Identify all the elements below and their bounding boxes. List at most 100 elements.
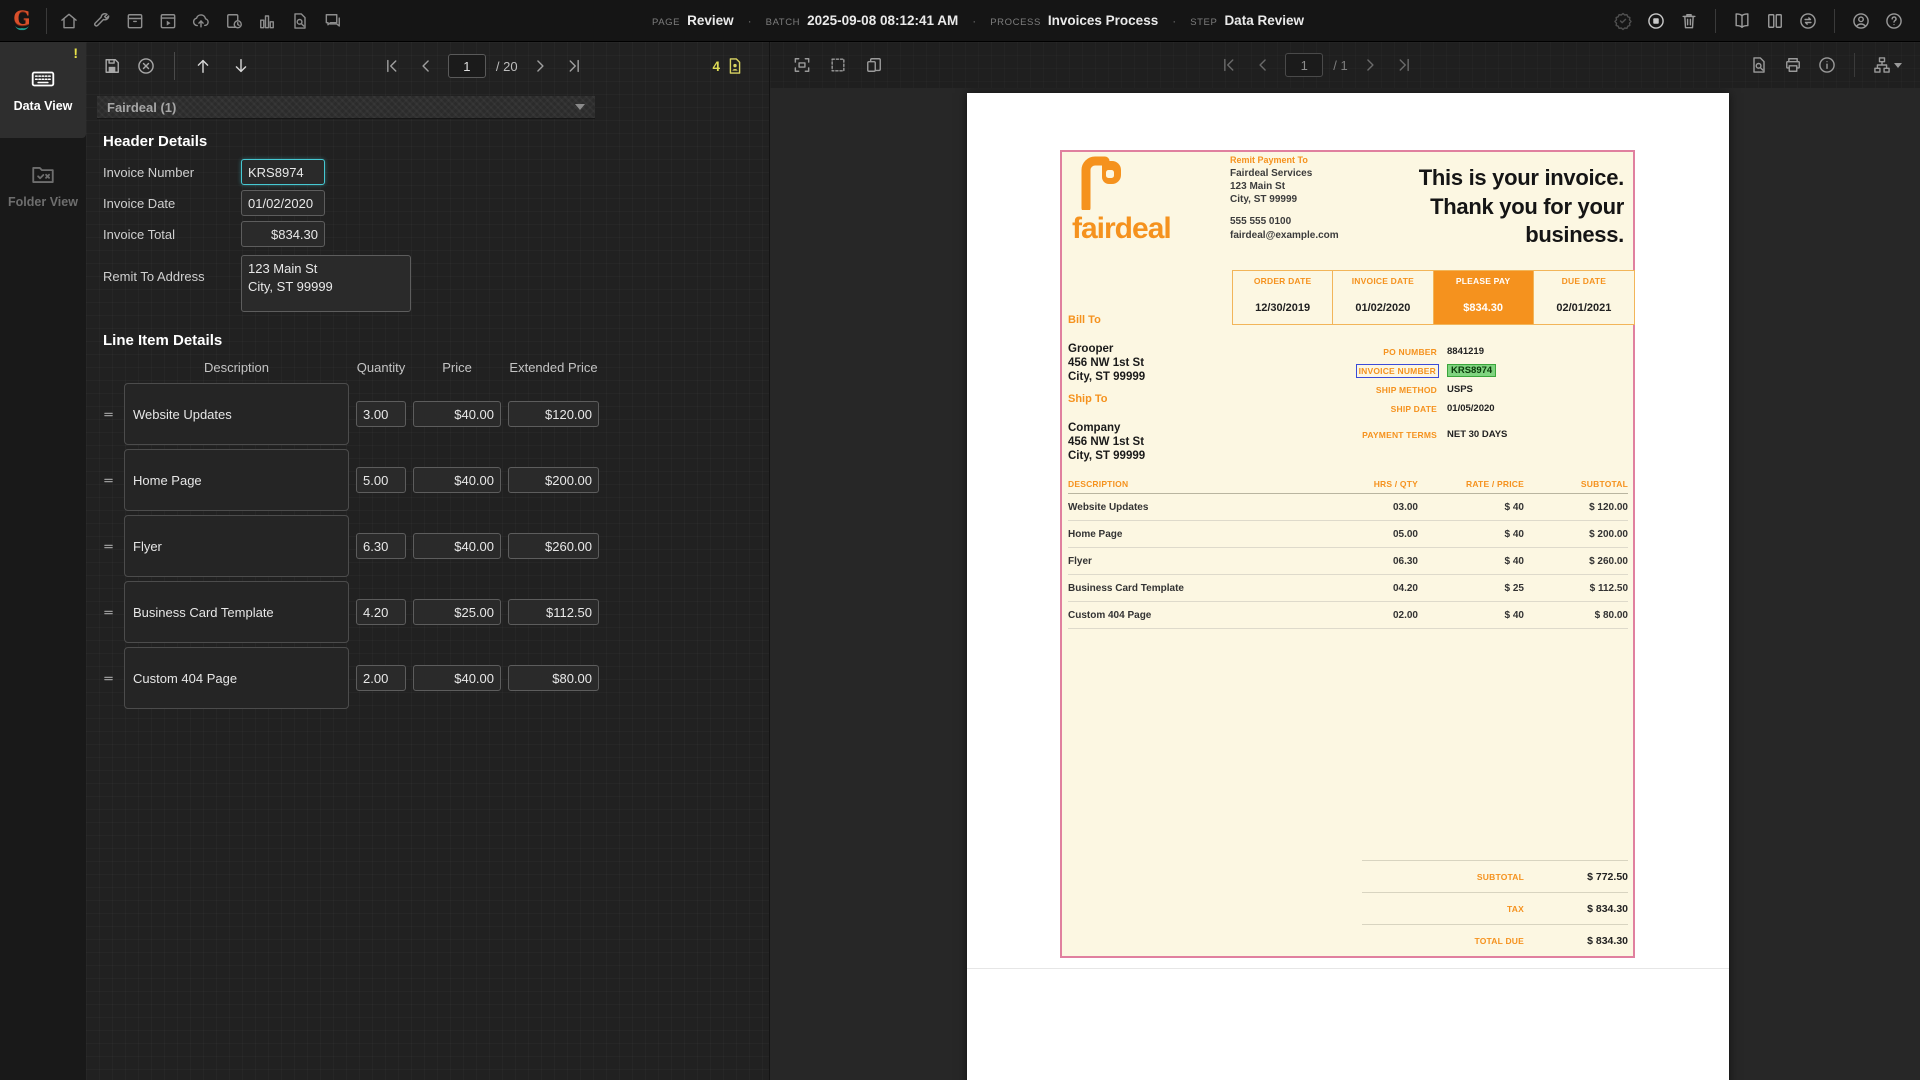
sync-link-icon[interactable]	[1796, 9, 1820, 33]
prev-page-icon[interactable]	[414, 54, 438, 78]
preview-search-icon[interactable]	[1747, 53, 1771, 77]
breadcrumb-page: PAGE Review	[652, 13, 734, 28]
description-input[interactable]: Website Updates	[124, 383, 349, 445]
viewer-prev-page-icon[interactable]	[1251, 53, 1275, 77]
invoice-total-label: Invoice Total	[103, 226, 176, 242]
quantity-input[interactable]	[356, 533, 406, 559]
price-input[interactable]	[413, 599, 501, 625]
next-page-icon[interactable]	[528, 54, 552, 78]
print-icon[interactable]	[1781, 53, 1805, 77]
po-number-value: 8841219	[1447, 346, 1484, 357]
row-grip-icon[interactable]	[103, 541, 117, 552]
app-window: G PAGE Review · BATCH 2025-09-08 08:12:4…	[0, 0, 1920, 1080]
row-subtotal: $ 120.00	[1589, 501, 1628, 513]
grooper-logo[interactable]: G	[0, 8, 44, 32]
split-columns-icon[interactable]	[1763, 9, 1787, 33]
tools-icon[interactable]	[90, 9, 114, 33]
please-pay-cell: PLEASE PAY $834.30	[1433, 271, 1534, 324]
help-icon[interactable]	[1882, 9, 1906, 33]
price-input[interactable]	[413, 467, 501, 493]
invoice-total-input[interactable]	[241, 221, 325, 247]
line-item-row: Website Updates	[103, 383, 769, 445]
price-input[interactable]	[413, 401, 501, 427]
move-up-icon[interactable]	[191, 54, 215, 78]
header-description: DESCRIPTION	[1068, 478, 1129, 489]
payment-terms-label: PAYMENT TERMS	[1362, 429, 1437, 440]
quantity-input[interactable]	[356, 599, 406, 625]
extended-price-input[interactable]	[508, 665, 599, 691]
column-extended-price: Extended Price	[509, 359, 598, 375]
row-grip-icon[interactable]	[103, 409, 117, 420]
fit-screen-icon[interactable]	[790, 53, 814, 77]
collapse-triangle-icon	[575, 104, 585, 110]
cancel-icon[interactable]	[134, 54, 158, 78]
batches-box-icon[interactable]	[123, 9, 147, 33]
quantity-input[interactable]	[356, 467, 406, 493]
tax-label: TAX	[1507, 903, 1524, 914]
invoice-table-row: Business Card Template 04.20 $ 25 $ 112.…	[1068, 575, 1628, 602]
description-input[interactable]: Flyer	[124, 515, 349, 577]
invoice-number-highlight[interactable]: KRS8974	[1447, 364, 1497, 377]
clipboard-clock-icon[interactable]	[222, 9, 246, 33]
info-icon[interactable]	[1815, 53, 1839, 77]
remit-phone: 555 555 0100	[1230, 216, 1292, 228]
invoice-number-input[interactable]	[241, 159, 325, 185]
subtotal-row: SUBTOTAL $ 772.50	[1362, 860, 1628, 892]
copy-pages-icon[interactable]	[862, 53, 886, 77]
complete-badge-icon[interactable]	[1611, 9, 1635, 33]
remit-address-input[interactable]: 123 Main St City, ST 99999	[241, 255, 411, 312]
quantity-input[interactable]	[356, 401, 406, 427]
breadcrumb-step-value: Data Review	[1224, 13, 1304, 28]
extended-price-input[interactable]	[508, 401, 599, 427]
description-input[interactable]: Custom 404 Page	[124, 647, 349, 709]
stop-icon[interactable]	[1644, 9, 1668, 33]
file-search-icon[interactable]	[288, 9, 312, 33]
viewer-pager: / 1	[1217, 53, 1415, 77]
book-open-icon[interactable]	[1730, 9, 1754, 33]
move-down-icon[interactable]	[229, 54, 253, 78]
document-group-title: Fairdeal (1)	[107, 99, 177, 115]
row-grip-icon[interactable]	[103, 673, 117, 684]
first-page-icon[interactable]	[380, 54, 404, 78]
subtotal-value: $ 772.50	[1587, 870, 1628, 883]
bar-chart-icon[interactable]	[255, 9, 279, 33]
viewer-last-page-icon[interactable]	[1392, 53, 1416, 77]
description-input[interactable]: Home Page	[124, 449, 349, 511]
extended-price-input[interactable]	[508, 599, 599, 625]
batch-process-icon[interactable]	[156, 9, 180, 33]
breadcrumb-page-label: PAGE	[652, 17, 681, 28]
viewer-first-page-icon[interactable]	[1217, 53, 1241, 77]
quantity-input[interactable]	[356, 665, 406, 691]
document-page[interactable]: fairdeal Remit Payment To Fairdeal Servi…	[967, 93, 1729, 1080]
home-icon[interactable]	[57, 9, 81, 33]
row-grip-icon[interactable]	[103, 475, 117, 486]
remit-address-label: Remit To Address	[103, 269, 205, 284]
user-account-icon[interactable]	[1849, 9, 1873, 33]
price-input[interactable]	[413, 533, 501, 559]
description-input[interactable]: Business Card Template	[124, 581, 349, 643]
fairdeal-logo-text: fairdeal	[1072, 212, 1172, 245]
last-page-icon[interactable]	[562, 54, 586, 78]
extended-price-input[interactable]	[508, 467, 599, 493]
document-group-header[interactable]: Fairdeal (1)	[97, 96, 595, 119]
viewer-next-page-icon[interactable]	[1358, 53, 1382, 77]
viewer-page-number-input[interactable]	[1285, 53, 1324, 77]
extended-price-input[interactable]	[508, 533, 599, 559]
layout-hierarchy-icon[interactable]	[1870, 53, 1904, 77]
tab-folder-view[interactable]: Folder View	[0, 138, 86, 234]
chat-icon[interactable]	[321, 9, 345, 33]
row-grip-icon[interactable]	[103, 607, 117, 618]
invoice-number-label-wrap: INVOICE NUMBER	[1277, 363, 1440, 378]
topbar-nav-icons	[57, 9, 345, 33]
save-icon[interactable]	[100, 54, 124, 78]
invoice-date-input[interactable]	[241, 190, 325, 216]
tab-data-view[interactable]: ! Data View	[0, 42, 86, 138]
marquee-select-icon[interactable]	[826, 53, 850, 77]
data-view-alert-badge: !	[73, 45, 78, 61]
viewer-canvas[interactable]: fairdeal Remit Payment To Fairdeal Servi…	[770, 88, 1920, 1080]
delete-trash-icon[interactable]	[1677, 9, 1701, 33]
price-input[interactable]	[413, 665, 501, 691]
tab-folder-view-label: Folder View	[8, 194, 78, 209]
page-number-input[interactable]	[447, 54, 486, 78]
cloud-upload-icon[interactable]	[189, 9, 213, 33]
